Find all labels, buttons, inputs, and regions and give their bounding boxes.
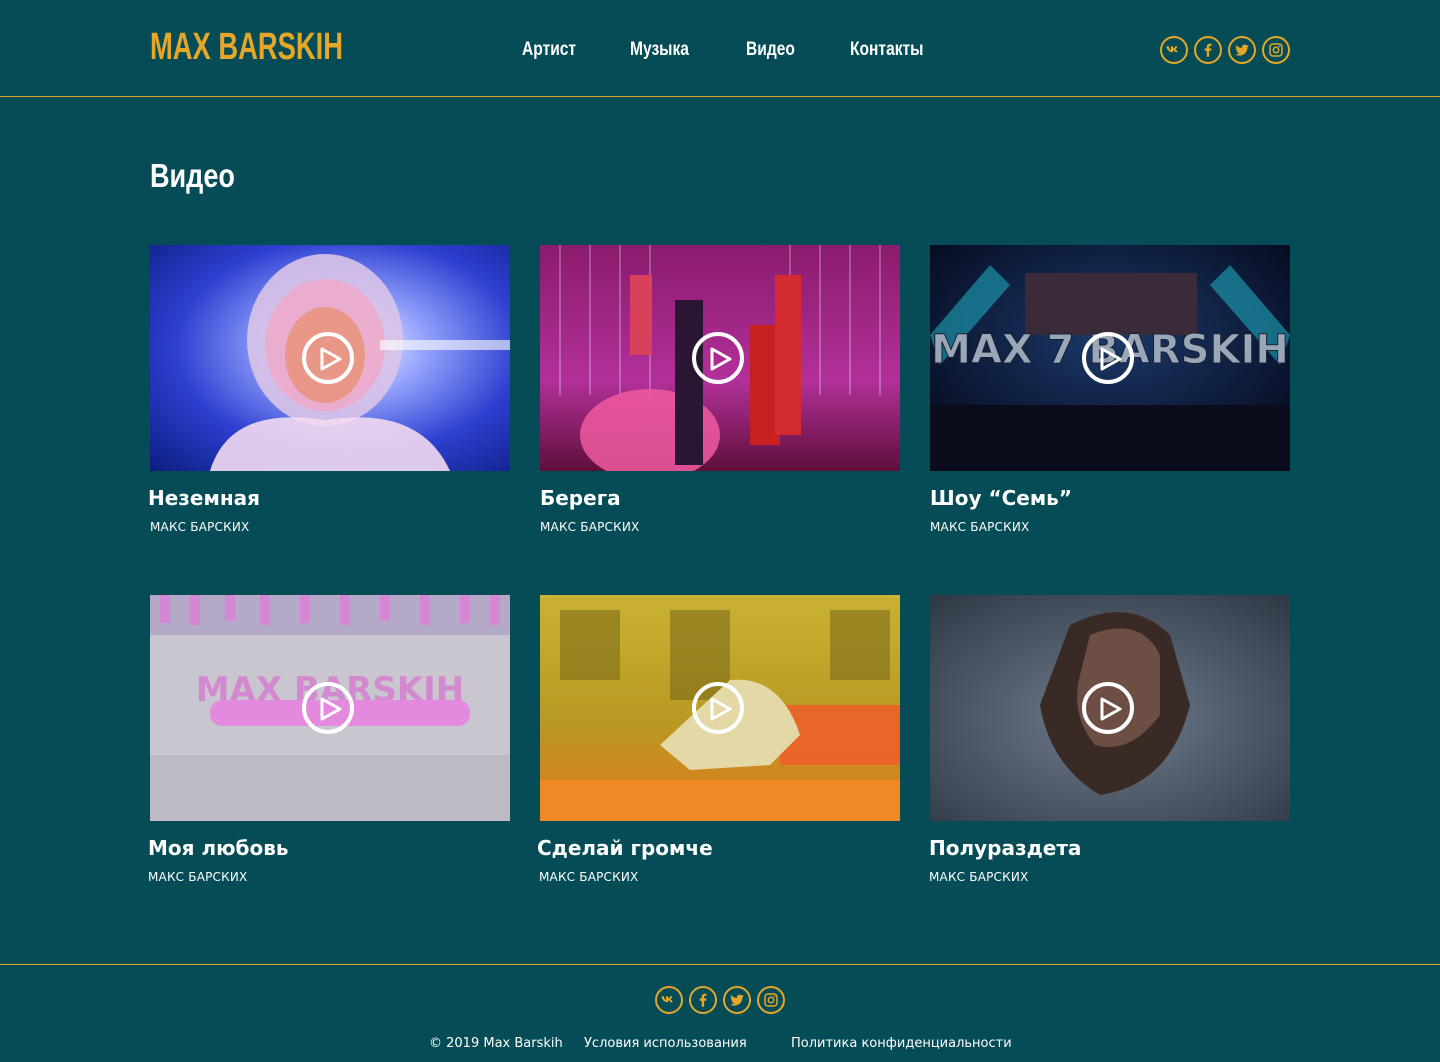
- terms-link[interactable]: Условия использования: [584, 1035, 747, 1053]
- instagram-icon[interactable]: [757, 986, 785, 1014]
- nav-item-music[interactable]: Музыка: [630, 38, 689, 62]
- video-card[interactable]: MAX 7 BARSKIH Шоу “Семь” МАКС БАРСКИХ: [930, 245, 1290, 534]
- video-artist: МАКС БАРСКИХ: [539, 870, 639, 884]
- vk-icon[interactable]: [1160, 36, 1188, 64]
- video-title[interactable]: Полураздета: [929, 835, 1081, 861]
- site-footer: © 2019 Max Barskih Условия использования…: [0, 964, 1440, 1062]
- video-title[interactable]: Берега: [540, 485, 621, 511]
- footer-social-links: [655, 986, 785, 1014]
- nav-item-video[interactable]: Видео: [746, 38, 795, 62]
- header-social-links: [1160, 36, 1290, 64]
- site-header: MAX BARSKIH Артист Музыка Видео Контакты: [0, 0, 1440, 97]
- video-card[interactable]: MAX BARSKIH Моя любовь МАКС БАРСКИХ: [148, 595, 510, 884]
- video-thumbnail[interactable]: [540, 245, 900, 471]
- copyright-text: © 2019 Max Barskih: [429, 1036, 563, 1051]
- facebook-icon[interactable]: [1194, 36, 1222, 64]
- page-title: Видео: [150, 157, 235, 194]
- play-icon[interactable]: [692, 332, 744, 384]
- video-thumbnail[interactable]: MAX BARSKIH: [150, 595, 510, 821]
- video-card[interactable]: Сделай громче МАКС БАРСКИХ: [537, 595, 900, 884]
- twitter-icon[interactable]: [1228, 36, 1256, 64]
- play-icon[interactable]: [302, 682, 354, 734]
- footer-links: © 2019 Max Barskih Условия использования…: [0, 1035, 1440, 1055]
- facebook-icon[interactable]: [689, 986, 717, 1014]
- instagram-icon[interactable]: [1262, 36, 1290, 64]
- play-icon[interactable]: [302, 332, 354, 384]
- nav-item-contacts[interactable]: Контакты: [850, 38, 923, 62]
- nav-item-artist[interactable]: Артист: [522, 38, 576, 62]
- twitter-icon[interactable]: [723, 986, 751, 1014]
- video-artist: МАКС БАРСКИХ: [540, 520, 640, 534]
- video-artist: МАКС БАРСКИХ: [148, 870, 248, 884]
- video-title[interactable]: Моя любовь: [148, 835, 289, 861]
- video-card[interactable]: Берега МАКС БАРСКИХ: [540, 245, 900, 534]
- video-thumbnail[interactable]: [540, 595, 900, 821]
- video-thumbnail[interactable]: MAX 7 BARSKIH: [930, 245, 1290, 471]
- video-artist: МАКС БАРСКИХ: [150, 520, 250, 534]
- play-icon[interactable]: [692, 682, 744, 734]
- video-artist: МАКС БАРСКИХ: [929, 870, 1029, 884]
- privacy-link[interactable]: Политика конфиденциальности: [791, 1035, 1012, 1053]
- video-title[interactable]: Неземная: [148, 485, 260, 511]
- video-card[interactable]: Неземная МАКС БАРСКИХ: [148, 245, 510, 534]
- video-thumbnail[interactable]: [930, 595, 1290, 821]
- play-icon[interactable]: [1082, 332, 1134, 384]
- vk-icon[interactable]: [655, 986, 683, 1014]
- video-artist: МАКС БАРСКИХ: [930, 520, 1030, 534]
- video-title[interactable]: Шоу “Семь”: [930, 485, 1072, 511]
- video-card[interactable]: Полураздета МАКС БАРСКИХ: [929, 595, 1290, 884]
- video-title[interactable]: Сделай громче: [537, 835, 713, 861]
- video-thumbnail[interactable]: [150, 245, 510, 471]
- play-icon[interactable]: [1082, 682, 1134, 734]
